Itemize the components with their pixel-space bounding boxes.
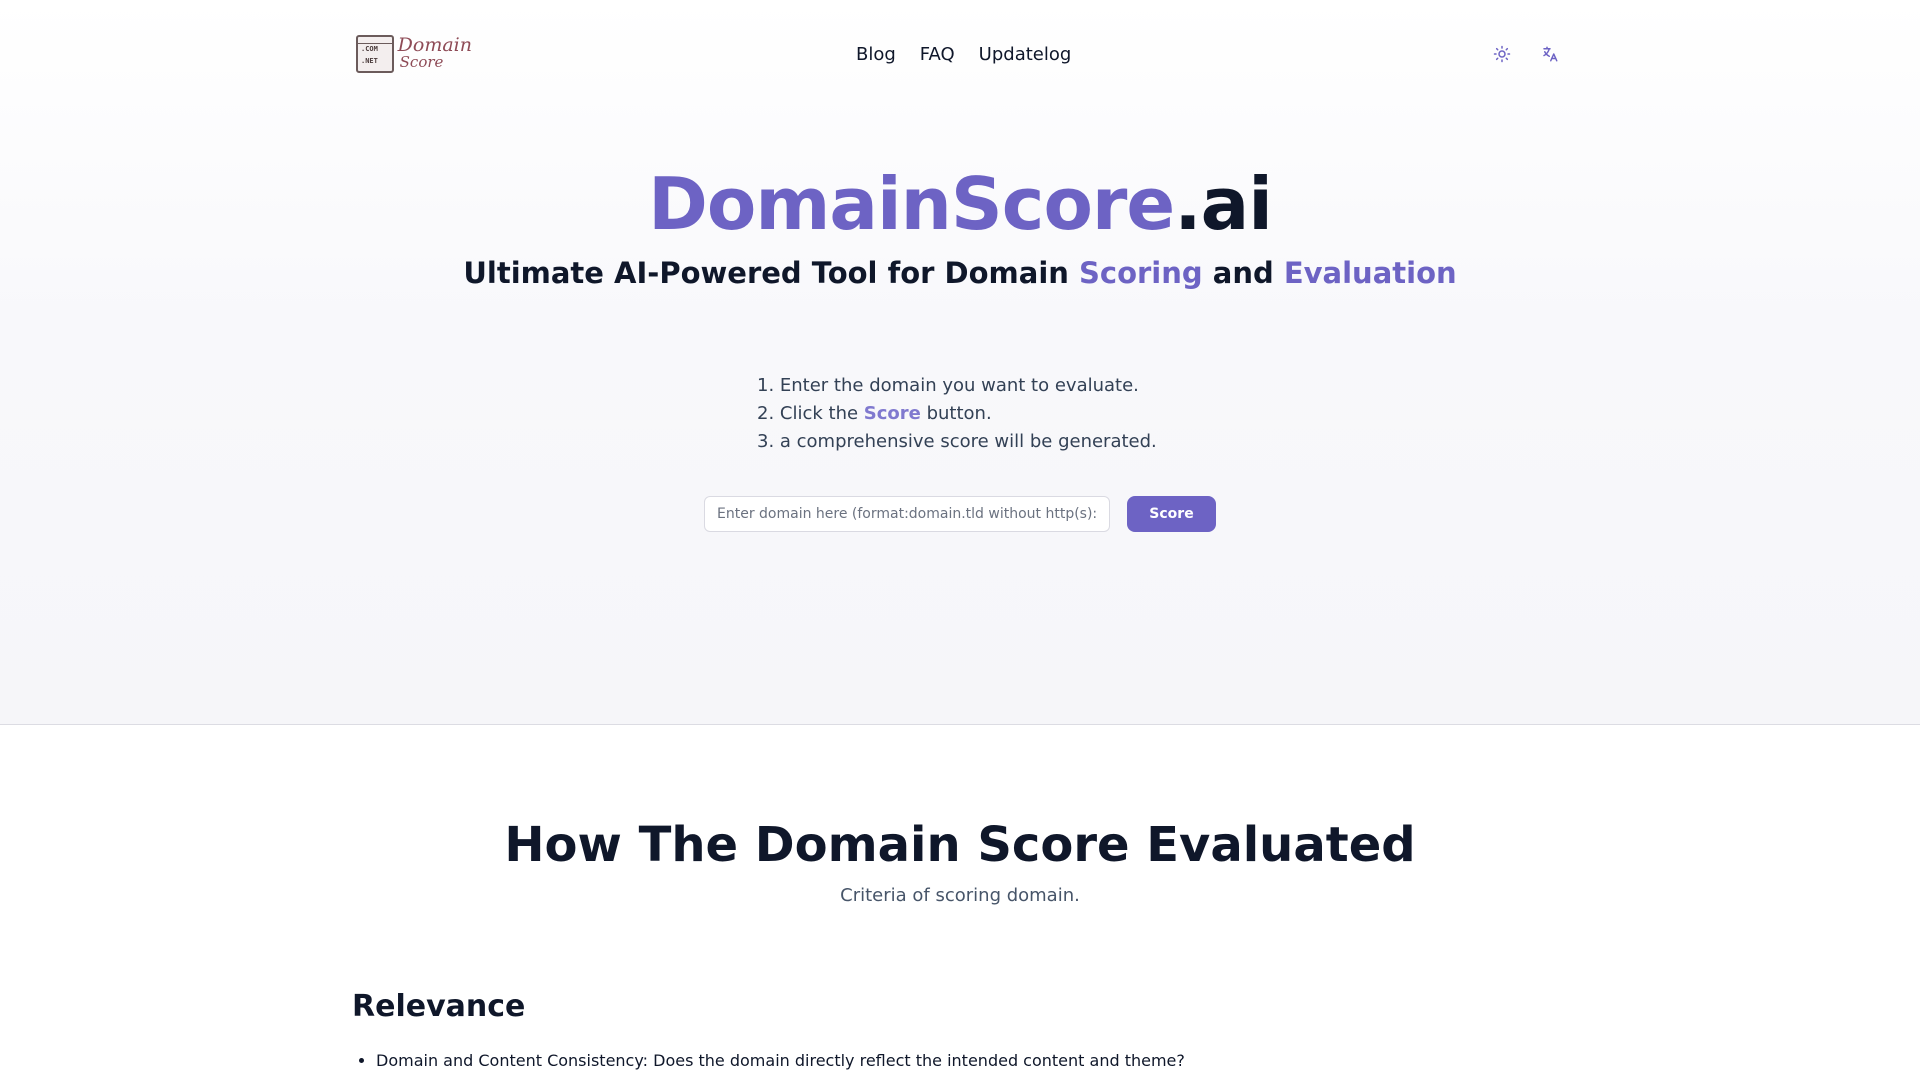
domain-input[interactable] — [704, 496, 1110, 532]
list-item: Domain and Content Consistency: Does the… — [376, 1049, 1576, 1073]
main-nav: Blog FAQ Updatelog — [856, 42, 1071, 68]
language-button[interactable] — [1537, 41, 1563, 67]
criteria-title: How The Domain Score Evaluated — [504, 817, 1416, 873]
brand-title: DomainScore.ai — [0, 160, 1920, 248]
step-1: 1. Enter the domain you want to evaluate… — [757, 375, 1139, 396]
logo-tag-com: .COM — [361, 45, 378, 53]
step-2-bold: Score — [863, 403, 921, 424]
theme-toggle-button[interactable] — [1489, 41, 1515, 67]
criterion-heading-relevance: Relevance — [352, 989, 526, 1024]
tagline-highlight-evaluation: Evaluation — [1283, 256, 1457, 290]
brand-suffix: .ai — [1174, 162, 1273, 246]
step-3: 3. a comprehensive score will be generat… — [757, 431, 1157, 452]
instructions-list: 1. Enter the domain you want to evaluate… — [757, 372, 1237, 456]
nav-updatelog[interactable]: Updatelog — [979, 42, 1072, 68]
criterion-list-relevance: Domain and Content Consistency: Does the… — [376, 1049, 1576, 1073]
translate-icon — [1543, 46, 1558, 62]
tagline-part2: and — [1202, 256, 1284, 290]
hero-section — [0, 0, 1920, 725]
step-2-suffix: button. — [920, 403, 992, 424]
logo-word-domain: Domain — [397, 34, 472, 56]
logo-tag-net: .NET — [361, 57, 378, 65]
sun-icon — [1493, 45, 1511, 63]
logo-browser-icon: .COM .NET — [356, 35, 394, 73]
tagline-highlight-scoring: Scoring — [1079, 256, 1203, 290]
nav-faq[interactable]: FAQ — [920, 42, 955, 68]
brand-main: DomainScore — [648, 162, 1175, 246]
nav-blog[interactable]: Blog — [856, 42, 896, 68]
logo-word-score: Score — [399, 53, 444, 71]
tagline-part1: Ultimate AI-Powered Tool for Domain — [463, 256, 1079, 290]
score-button[interactable]: Score — [1127, 496, 1216, 532]
logo-wordmark: Domain Score — [397, 34, 472, 71]
criteria-subtitle: Criteria of scoring domain. — [840, 885, 1080, 906]
step-2: 2. Click the Score button. — [757, 400, 1237, 428]
step-2-prefix: 2. Click the — [757, 403, 864, 424]
site-logo[interactable]: .COM .NET Domain Score — [356, 33, 472, 75]
tagline: Ultimate AI-Powered Tool for Domain Scor… — [0, 252, 1920, 294]
